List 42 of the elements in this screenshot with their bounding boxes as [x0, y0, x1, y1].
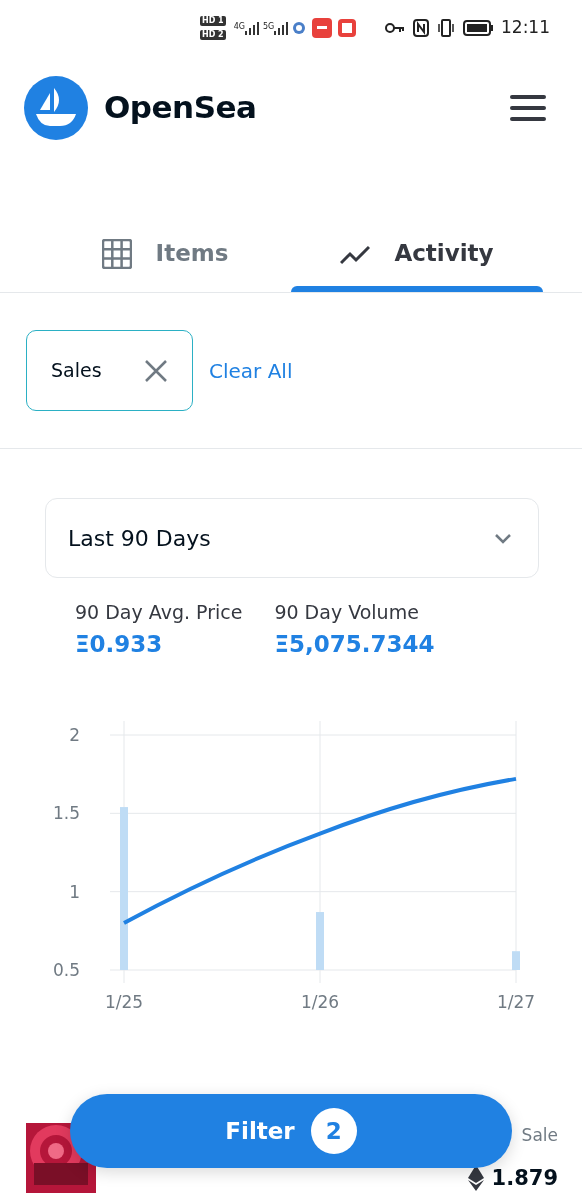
network-label: 5G — [263, 20, 275, 33]
axis-tick-label: 1 — [69, 881, 80, 902]
grid-icon — [101, 238, 132, 269]
axis-tick-label: 1/26 — [300, 992, 340, 1012]
filter-chip[interactable]: Sales — [26, 330, 193, 411]
signal-icon — [274, 20, 289, 35]
battery-icon — [463, 19, 493, 36]
axis-tick-label: 1.5 — [52, 803, 80, 824]
stat-label: 90 Day Volume — [274, 600, 420, 625]
book-icon — [338, 18, 357, 37]
stat-label: 90 Day Avg. Price — [75, 600, 243, 625]
close-icon — [144, 358, 168, 383]
network-label: 4G — [233, 20, 245, 33]
filter-button[interactable]: Filter 2 — [70, 1094, 512, 1168]
clear-all-link[interactable]: Clear All — [209, 355, 293, 386]
brand-name: OpenSea — [104, 88, 257, 128]
axis-tick-label: 1/27 — [496, 992, 536, 1012]
app-icon — [312, 17, 333, 38]
count-badge: 2 — [310, 1108, 357, 1154]
menu-icon[interactable] — [510, 94, 546, 121]
volume-bar — [512, 951, 520, 970]
event-type: Sale — [521, 1124, 558, 1147]
nfc-icon — [413, 18, 429, 37]
signal-icon — [245, 20, 259, 35]
axis-tick-label: 2 — [69, 725, 80, 745]
stat-value: Ξ0.933 — [75, 629, 164, 659]
app-icon — [292, 20, 307, 35]
clock-time: 12:11 — [501, 15, 550, 39]
chevron-down-icon — [494, 532, 512, 544]
tab[interactable]: Items — [39, 215, 291, 292]
key-icon — [385, 21, 405, 34]
logo-icon — [24, 75, 88, 140]
axis-tick-label: 1/25 — [104, 992, 144, 1012]
tab[interactable]: Activity — [291, 215, 543, 292]
ethereum-icon — [467, 1165, 484, 1192]
sim-label: HD 1 — [200, 15, 226, 26]
axis-tick-label: 0.5 — [52, 960, 80, 980]
vibrate-icon — [437, 18, 455, 37]
sim-label: HD 2 — [200, 29, 226, 40]
volume-bar — [316, 912, 324, 970]
period-dropdown[interactable]: Last 90 Days — [45, 498, 539, 578]
stat-value: Ξ5,075.7344 — [274, 629, 435, 659]
